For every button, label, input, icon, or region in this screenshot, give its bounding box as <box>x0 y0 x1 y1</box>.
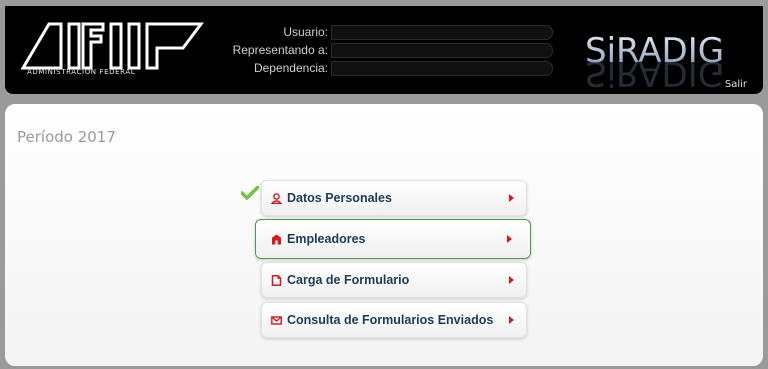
arrow-right-icon <box>509 316 514 324</box>
user-info-panel: Usuario: Representando a: Dependencia: <box>227 25 557 79</box>
menu-item-carga-formulario[interactable]: Carga de Formulario <box>261 262 527 298</box>
represented-field-row: Representando a: <box>227 43 557 61</box>
represented-field-label: Representando a: <box>232 43 328 57</box>
arrow-right-icon <box>509 194 514 202</box>
menu-item-label: Datos Personales <box>287 191 392 205</box>
logo-subtitle: ADMINISTRACION FEDERAL <box>27 68 136 76</box>
user-icon <box>271 193 282 204</box>
main-panel: Período 2017 Datos Personales Empleadore… <box>5 104 763 366</box>
app-name-reflection: SiRADIG <box>585 53 724 92</box>
document-icon <box>271 275 282 286</box>
dependency-field-value <box>331 61 553 76</box>
arrow-right-icon <box>507 235 512 243</box>
menu-item-label: Empleadores <box>287 232 366 246</box>
building-icon <box>271 234 282 245</box>
menu-item-empleadores[interactable]: Empleadores <box>255 219 531 259</box>
envelope-icon <box>271 316 282 325</box>
user-field-row: Usuario: <box>227 25 557 43</box>
check-icon <box>241 186 259 200</box>
menu-item-datos-personales[interactable]: Datos Personales <box>261 180 527 216</box>
arrow-right-icon <box>509 276 514 284</box>
represented-field-value <box>331 43 553 58</box>
menu-item-label: Carga de Formulario <box>287 273 410 287</box>
menu-item-label: Consulta de Formularios Enviados <box>287 313 494 327</box>
user-field-label: Usuario: <box>283 25 328 39</box>
header-bar: ADMINISTRACION FEDERAL Usuario: Represen… <box>5 6 763 94</box>
user-field-value <box>331 25 553 40</box>
menu-item-consulta-formularios[interactable]: Consulta de Formularios Enviados <box>261 302 527 338</box>
dependency-field-row: Dependencia: <box>227 61 557 79</box>
page-title: Período 2017 <box>17 128 116 146</box>
dependency-field-label: Dependencia: <box>253 61 328 75</box>
logout-link[interactable]: Salir <box>725 79 747 90</box>
